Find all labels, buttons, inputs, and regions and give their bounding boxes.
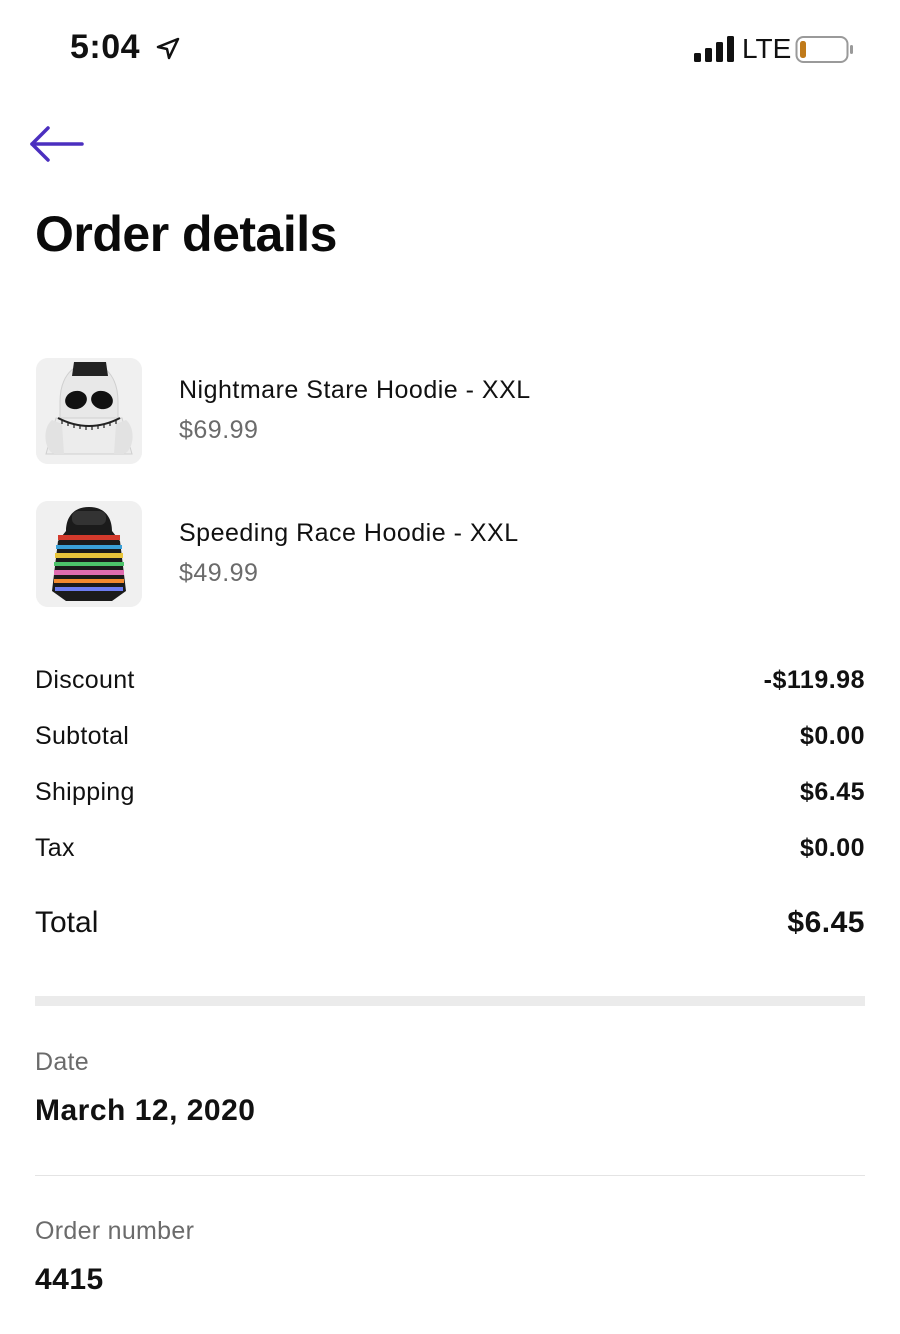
shipping-label: Shipping bbox=[35, 778, 135, 806]
subtotal-row: Subtotal $0.00 bbox=[35, 722, 865, 758]
order-number-label: Order number bbox=[35, 1217, 195, 1245]
date-value: March 12, 2020 bbox=[35, 1094, 256, 1127]
order-number-value: 4415 bbox=[35, 1263, 104, 1296]
battery-low-icon bbox=[795, 36, 853, 63]
skull-hoodie-image bbox=[36, 358, 142, 464]
list-item[interactable]: Speeding Race Hoodie - XXL $49.99 bbox=[36, 501, 866, 609]
discount-value: -$119.98 bbox=[763, 666, 865, 694]
status-bar: 5:04 LTE bbox=[0, 0, 900, 100]
total-value: $6.45 bbox=[787, 906, 865, 939]
date-label: Date bbox=[35, 1048, 90, 1076]
item-name: Nightmare Stare Hoodie - XXL bbox=[179, 376, 531, 404]
location-arrow-icon bbox=[156, 37, 180, 60]
item-price: $69.99 bbox=[179, 416, 259, 444]
status-time: 5:04 bbox=[70, 28, 141, 66]
network-label: LTE bbox=[742, 33, 792, 64]
racing-hoodie-image bbox=[36, 501, 142, 607]
discount-label: Discount bbox=[35, 666, 135, 694]
page-title: Order details bbox=[35, 206, 337, 262]
shipping-value: $6.45 bbox=[799, 778, 865, 806]
discount-row: Discount -$119.98 bbox=[35, 666, 865, 702]
back-arrow-icon[interactable] bbox=[28, 120, 88, 168]
tax-label: Tax bbox=[35, 834, 75, 862]
item-price: $49.99 bbox=[179, 559, 259, 587]
tax-value: $0.00 bbox=[799, 834, 865, 862]
total-row: Total $6.45 bbox=[35, 906, 865, 946]
item-name: Speeding Race Hoodie - XXL bbox=[179, 519, 519, 547]
section-divider bbox=[35, 996, 865, 1006]
tax-row: Tax $0.00 bbox=[35, 834, 865, 870]
total-label: Total bbox=[35, 906, 99, 939]
subtotal-label: Subtotal bbox=[35, 722, 130, 750]
list-item[interactable]: Nightmare Stare Hoodie - XXL $69.99 bbox=[36, 358, 866, 466]
signal-bars-icon bbox=[694, 36, 734, 62]
divider bbox=[35, 1175, 865, 1176]
subtotal-value: $0.00 bbox=[799, 722, 865, 750]
shipping-row: Shipping $6.45 bbox=[35, 778, 865, 814]
